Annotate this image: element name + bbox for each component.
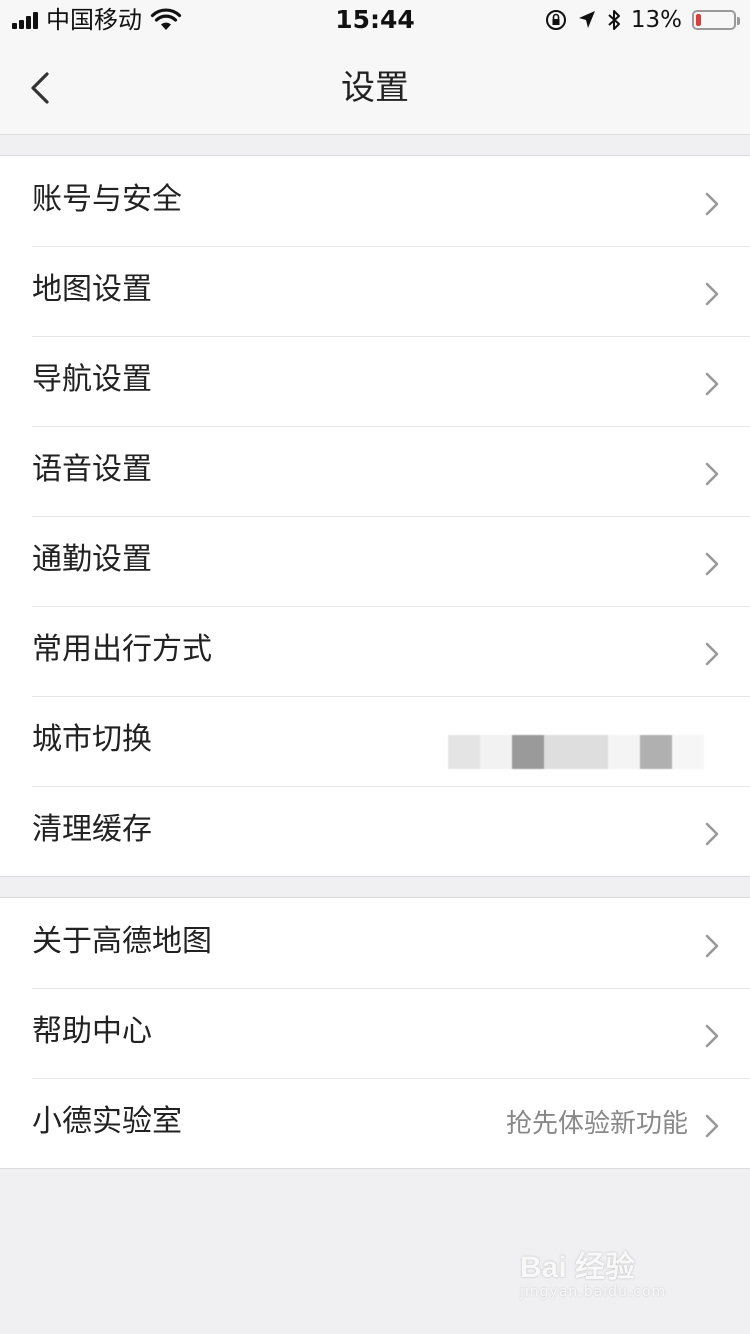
settings-section-about: 关于高德地图 帮助中心 小德实验室 抢先体验新功能 [0,897,750,1169]
chevron-right-icon [705,192,719,216]
battery-icon [692,10,740,30]
page-title: 设置 [341,68,409,108]
row-label: 地图设置 [32,272,152,307]
row-account-security[interactable]: 账号与安全 [0,156,750,246]
row-label: 关于高德地图 [32,924,212,959]
row-value: 抢先体验新功能 [505,1109,688,1139]
battery-percent: 13% [630,7,682,33]
row-label: 清理缓存 [32,812,152,847]
settings-section-main: 账号与安全 地图设置 导航设置 语音设置 通勤设置 常用出行方式 城市切换 清理… [0,155,750,877]
chevron-right-icon [705,552,719,576]
row-label: 账号与安全 [32,182,182,217]
chevron-right-icon [705,462,719,486]
watermark-brand: Bai 经验 [520,1251,636,1284]
row-label: 导航设置 [32,362,152,397]
navigation-bar: 设置 [0,40,750,135]
watermark-site: jingyan.baidu.com [520,1284,667,1300]
row-lab[interactable]: 小德实验室 抢先体验新功能 [0,1078,750,1168]
row-label: 小德实验室 [32,1104,182,1139]
status-bar: 中国移动 15:44 13% [0,0,750,40]
row-label: 帮助中心 [32,1014,152,1049]
chevron-right-icon [705,934,719,958]
row-label: 城市切换 [32,722,152,757]
redacted-city-value [448,735,704,769]
row-city-switch[interactable]: 城市切换 [0,696,750,786]
chevron-right-icon [705,642,719,666]
baidu-jingyan-watermark: Bai 经验 jingyan.baidu.com [520,1224,710,1314]
bluetooth-icon [608,10,620,30]
battery-level-fill [696,14,701,26]
row-voice-settings[interactable]: 语音设置 [0,426,750,516]
chevron-right-icon [705,282,719,306]
row-commute-settings[interactable]: 通勤设置 [0,516,750,606]
row-label: 常用出行方式 [32,632,212,667]
row-label: 语音设置 [32,452,152,487]
row-clear-cache[interactable]: 清理缓存 [0,786,750,876]
chevron-right-icon [705,822,719,846]
location-arrow-icon [578,11,595,28]
row-travel-mode[interactable]: 常用出行方式 [0,606,750,696]
status-right: 13% [545,6,740,34]
chevron-right-icon [705,1024,719,1048]
chevron-right-icon [705,372,719,396]
row-navigation-settings[interactable]: 导航设置 [0,336,750,426]
row-label: 通勤设置 [32,542,152,577]
row-map-settings[interactable]: 地图设置 [0,246,750,336]
chevron-right-icon [705,1114,719,1138]
row-about-amap[interactable]: 关于高德地图 [0,898,750,988]
rotation-lock-icon [545,10,566,30]
row-help-center[interactable]: 帮助中心 [0,988,750,1078]
